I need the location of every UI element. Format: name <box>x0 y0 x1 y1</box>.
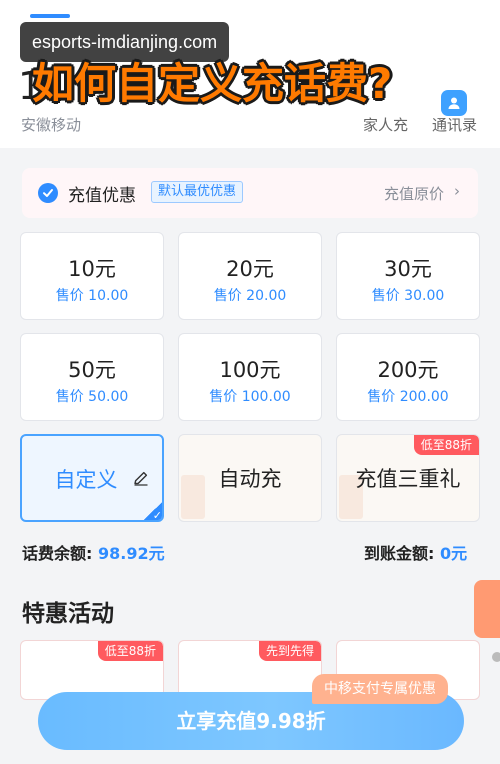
contacts-icon[interactable] <box>441 90 467 116</box>
promo-card[interactable]: 先到先得 <box>178 640 322 700</box>
balance-value: 98.92元 <box>97 544 165 563</box>
triple-gift-label: 充值三重礼 <box>355 467 461 491</box>
selected-check-icon: ✓ <box>142 500 162 520</box>
promo-tag: 低至88折 <box>97 641 163 661</box>
arrival-info: 到账金额: 0元 <box>364 540 467 564</box>
amount-card-50[interactable]: 50元 售价 50.00 <box>20 333 164 421</box>
card-price: 售价 20.00 <box>213 288 287 304</box>
amount-card-30[interactable]: 30元 售价 30.00 <box>336 232 480 320</box>
card-price: 售价 200.00 <box>367 389 449 405</box>
promo-card[interactable]: 低至88折 <box>20 640 164 700</box>
discount-title: 充值优惠 <box>68 186 136 206</box>
overlay-title: 如何自定义充话费? <box>32 59 393 108</box>
contacts-glyph <box>448 97 460 109</box>
card-price: 售价 100.00 <box>209 389 291 405</box>
pay-exclusive-badge: 中移支付专属优惠 <box>312 674 448 704</box>
amount-card-10[interactable]: 10元 售价 10.00 <box>20 232 164 320</box>
pencil-icon <box>134 471 148 486</box>
card-price: 售价 30.00 <box>371 288 445 304</box>
arrival-value: 0元 <box>439 544 468 563</box>
balance-info: 话费余额: 98.92元 <box>22 540 165 564</box>
amount-card-100[interactable]: 100元 售价 100.00 <box>178 333 322 421</box>
discount-tag: 低至88折 <box>413 435 479 455</box>
family-recharge-button[interactable]: 家人充 <box>363 114 408 135</box>
discount-bar[interactable]: 充值优惠 默认最优优惠 充值原价 › <box>22 168 478 218</box>
special-section-title: 特惠活动 <box>22 601 114 627</box>
card-price: 售价 10.00 <box>55 288 129 304</box>
carrier-label: 安徽移动 <box>21 116 82 134</box>
card-amount: 20元 <box>226 257 274 281</box>
floating-promo-widget[interactable] <box>474 580 500 638</box>
custom-amount-card[interactable]: 自定义 ✓ <box>20 434 164 522</box>
chevron-right-icon[interactable]: › <box>454 182 460 200</box>
default-best-badge: 默认最优优惠 <box>151 181 244 203</box>
card-amount: 100元 <box>219 358 281 382</box>
card-amount: 10元 <box>68 257 116 281</box>
original-price-link[interactable]: 充值原价 <box>384 183 444 204</box>
card-price: 售价 50.00 <box>55 389 129 405</box>
checkmark-icon[interactable] <box>38 183 58 203</box>
check-glyph <box>43 189 53 197</box>
auto-recharge-label: 自动充 <box>218 467 282 491</box>
close-dot-icon[interactable] <box>492 652 500 662</box>
contacts-button[interactable]: 通讯录 <box>432 114 477 135</box>
top-tab-strip <box>0 0 500 18</box>
amount-card-20[interactable]: 20元 售价 20.00 <box>178 232 322 320</box>
amount-card-200[interactable]: 200元 售价 200.00 <box>336 333 480 421</box>
arrival-label: 到账金额: <box>364 544 440 563</box>
auto-recharge-card[interactable]: 自动充 <box>178 434 322 522</box>
card-amount: 200元 <box>377 358 439 382</box>
promo-tag: 先到先得 <box>258 641 321 661</box>
balance-label: 话费余额: <box>22 544 98 563</box>
triple-gift-card[interactable]: 充值三重礼 低至88折 <box>336 434 480 522</box>
card-amount: 30元 <box>384 257 432 281</box>
card-amount: 50元 <box>68 358 116 382</box>
